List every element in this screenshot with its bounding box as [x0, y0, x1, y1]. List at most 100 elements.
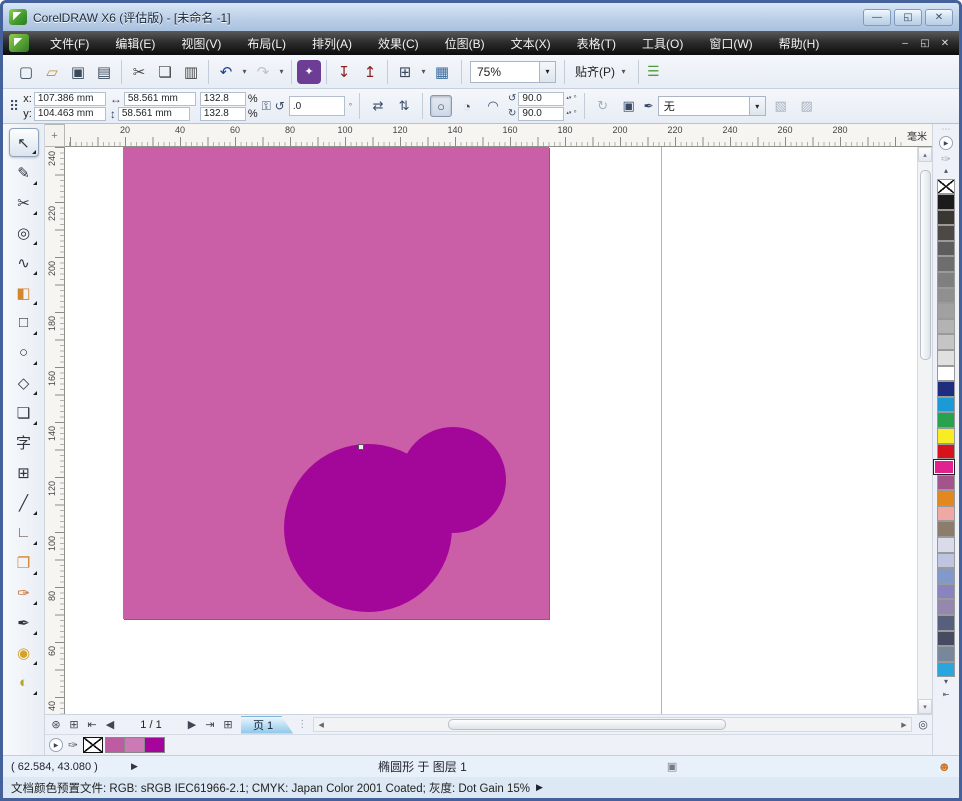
palette-swatch-17[interactable] [937, 444, 955, 460]
new-document-icon[interactable]: ▢ [14, 60, 38, 84]
zoom-dropdown-icon[interactable]: ▾ [539, 62, 555, 82]
search-content-icon[interactable]: ✦ [297, 60, 321, 84]
drop-shadow-tool[interactable]: ❐ [9, 548, 39, 577]
basic-shapes-tool[interactable]: ❏ [9, 398, 39, 427]
zoom-fit-icon[interactable]: ◎ [914, 718, 932, 731]
shape-tool[interactable]: ✎ [9, 158, 39, 187]
redo-icon-dropdown[interactable]: ▾ [277, 67, 286, 76]
interactive-fill-tool[interactable]: ◐ [9, 668, 39, 697]
ellipse-tool[interactable]: ○ [9, 338, 39, 367]
connector-tool[interactable]: ∟ [9, 518, 39, 547]
palette-swatch-28[interactable] [937, 615, 955, 631]
open-icon[interactable]: ▱ [40, 60, 64, 84]
menu-item-3[interactable]: 视图(V) [168, 32, 234, 55]
outline-pen-tool[interactable]: ✒ [9, 608, 39, 637]
to-back-button[interactable]: ▨ [796, 95, 818, 117]
application-launcher-icon-dropdown[interactable]: ▾ [419, 67, 428, 76]
palette-swatch-9[interactable] [937, 319, 955, 335]
palette-swatch-31[interactable] [937, 662, 955, 678]
arc-mode-button[interactable]: ◠ [482, 95, 504, 117]
outline-width-select[interactable]: 无 ▾ [658, 96, 766, 116]
application-launcher-icon[interactable]: ⊞ [393, 60, 417, 84]
first-page-icon[interactable]: ⇤ [83, 718, 101, 731]
menu-item-6[interactable]: 效果(C) [365, 32, 432, 55]
palette-swatch-8[interactable] [937, 303, 955, 319]
text-tool[interactable]: 字 [9, 428, 39, 457]
menu-item-8[interactable]: 文本(X) [498, 32, 564, 55]
scroll-right-icon[interactable]: ▶ [897, 721, 911, 729]
palette-no-color-swatch[interactable] [937, 179, 955, 194]
palette-expand-icon[interactable]: ⇤ [943, 690, 950, 703]
palette-swatch-7[interactable] [937, 288, 955, 304]
arc-start-field[interactable]: 90.0 [518, 92, 564, 106]
welcome-screen-icon[interactable]: ▦ [430, 60, 454, 84]
ruler-origin-icon[interactable]: + [45, 124, 65, 147]
document-palette-flyout-icon[interactable]: ▶ [49, 738, 63, 752]
scale-y-field[interactable]: 132.8 [200, 107, 246, 121]
menu-item-11[interactable]: 窗口(W) [696, 32, 765, 55]
palette-swatch-23[interactable] [937, 537, 955, 553]
palette-scroll-up-icon[interactable]: ▴ [944, 166, 948, 179]
menu-item-12[interactable]: 帮助(H) [766, 32, 833, 55]
palette-swatch-2[interactable] [937, 210, 955, 226]
document-palette-no-color-swatch[interactable] [83, 737, 103, 753]
outline-width-dropdown-icon[interactable]: ▾ [749, 97, 765, 115]
palette-swatch-1[interactable] [937, 194, 955, 210]
snap-to-button[interactable]: 贴齐(P) ▾ [567, 63, 636, 80]
lock-ratio-icon[interactable]: ⚿ [262, 99, 271, 114]
fill-tool[interactable]: ◉ [9, 638, 39, 667]
undo-icon-dropdown[interactable]: ▾ [240, 67, 249, 76]
scroll-left-icon[interactable]: ◀ [314, 721, 328, 729]
palette-swatch-6[interactable] [937, 272, 955, 288]
palette-swatch-4[interactable] [937, 241, 955, 257]
palette-swatch-27[interactable] [937, 599, 955, 615]
menu-item-7[interactable]: 位图(B) [432, 32, 498, 55]
object-height-field[interactable]: 58.561 mm [118, 107, 190, 121]
restore-button[interactable]: ◱ [894, 9, 922, 26]
rectangle-tool[interactable]: □ [9, 308, 39, 337]
horizontal-ruler[interactable]: 20406080100120140160180200220240260280 [65, 124, 902, 147]
smart-fill-tool[interactable]: ◧ [9, 278, 39, 307]
status-flyout-icon[interactable]: ▶ [131, 761, 138, 772]
palette-swatch-18[interactable] [933, 459, 955, 475]
palette-swatch-29[interactable] [937, 631, 955, 647]
previous-page-icon[interactable]: ◀ [101, 718, 119, 731]
polygon-tool[interactable]: ◇ [9, 368, 39, 397]
zoom-level-select[interactable]: 75% ▾ [470, 61, 556, 83]
palette-swatch-30[interactable] [937, 646, 955, 662]
options-icon[interactable]: ☰ [641, 63, 666, 80]
redo-icon[interactable]: ↷ [251, 60, 275, 84]
minimize-button[interactable]: — [863, 9, 891, 26]
menu-item-5[interactable]: 排列(A) [299, 32, 365, 55]
page-tab[interactable]: 页 1 [241, 716, 293, 734]
color-profile-flyout-icon[interactable]: ▶ [536, 782, 543, 793]
rotation-angle-field[interactable]: .0 [289, 96, 345, 116]
freehand-tool[interactable]: ∿ [9, 248, 39, 277]
mirror-horizontal-button[interactable]: ⇄ [367, 95, 389, 117]
document-palette-swatch-1[interactable] [105, 737, 125, 753]
palette-grip-icon[interactable]: ⋯ [942, 126, 951, 134]
small-ellipse-object[interactable] [400, 427, 506, 533]
undo-icon[interactable]: ↶ [214, 60, 238, 84]
add-page-after-icon[interactable]: ⊞ [219, 718, 237, 731]
palette-swatch-15[interactable] [937, 412, 955, 428]
palette-swatch-26[interactable] [937, 584, 955, 600]
page-options-icon[interactable]: ⊛ [47, 718, 65, 731]
close-button[interactable]: ✕ [925, 9, 953, 26]
palette-swatch-25[interactable] [937, 568, 955, 584]
vertical-ruler[interactable]: 240220200180160140120100806040 [45, 147, 65, 714]
horizontal-scroll-thumb[interactable] [448, 719, 726, 730]
table-tool[interactable]: ⊞ [9, 458, 39, 487]
last-page-icon[interactable]: ⇥ [201, 718, 219, 731]
ellipse-mode-button[interactable]: ○ [430, 95, 452, 117]
menu-item-4[interactable]: 布局(L) [234, 32, 299, 55]
palette-swatch-22[interactable] [937, 521, 955, 537]
palette-swatch-13[interactable] [937, 381, 955, 397]
scale-x-field[interactable]: 132.8 [200, 92, 246, 106]
palette-scroll-down-icon[interactable]: ▾ [944, 677, 948, 690]
crop-tool[interactable]: ✂ [9, 188, 39, 217]
scroll-up-icon[interactable]: ▴ [918, 147, 932, 162]
arc-end-spinner[interactable]: ▴▾ [566, 111, 571, 116]
vertical-scroll-thumb[interactable] [920, 170, 931, 360]
palette-swatch-5[interactable] [937, 256, 955, 272]
